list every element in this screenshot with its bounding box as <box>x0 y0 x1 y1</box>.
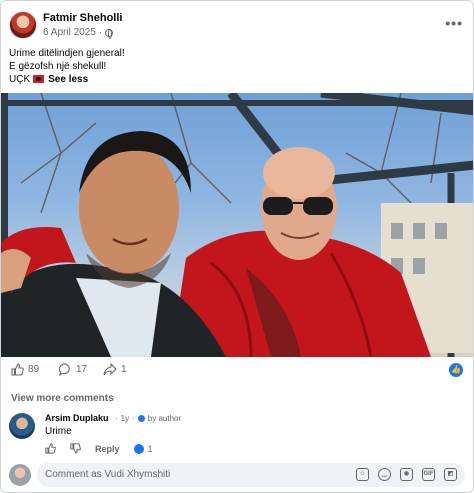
camera-icon[interactable]: ◉ <box>400 468 413 481</box>
post-header: Fatmir Sheholli 6 April 2025 · ••• <box>9 11 467 43</box>
author-badge-label: by author <box>147 414 182 423</box>
meta-separator: · <box>98 27 103 38</box>
author-avatar[interactable] <box>9 11 37 39</box>
my-avatar[interactable] <box>9 464 31 486</box>
gif-icon[interactable]: GIF <box>422 468 435 481</box>
avatar-sticker-icon[interactable]: ☺ <box>356 468 369 481</box>
comment-sep-2: · <box>132 414 135 423</box>
post-text-line-2: E gëzofsh një shekull! <box>9 61 107 72</box>
post-text-line-1: Urime ditëlindjen gjeneral! <box>9 48 125 59</box>
comment-text: Urime <box>45 426 72 437</box>
post-text-line-3: UÇK See less <box>9 73 125 86</box>
photo-illustration <box>1 93 473 357</box>
comment-sep: · <box>115 414 118 423</box>
sticker-icon[interactable]: ◩ <box>444 468 457 481</box>
comment-composer: Comment as Vudi Xhymshiti ☺ ‿ ◉ GIF ◩ <box>9 463 467 487</box>
author-badge-icon <box>137 415 145 422</box>
post-stats: 89 17 1 👍 <box>11 363 465 379</box>
post-photo[interactable] <box>1 93 473 357</box>
commenter-name[interactable]: Arsim Duplaku <box>45 413 109 423</box>
post-date[interactable]: 6 April 2025 <box>43 27 96 38</box>
comment-dislike-icon[interactable] <box>70 443 81 454</box>
composer-tools: ☺ ‿ ◉ GIF ◩ <box>356 468 457 481</box>
post-text-uck: UÇK <box>9 74 31 85</box>
view-more-comments-link[interactable]: View more comments <box>11 393 114 404</box>
comment-meta: · 1y · by author <box>115 414 181 423</box>
like-stat[interactable]: 89 <box>11 363 39 376</box>
like-icon <box>11 363 24 376</box>
more-horizontal-icon[interactable]: ••• <box>445 15 463 31</box>
see-less-link[interactable]: See less <box>48 74 88 85</box>
reaction-like-icon[interactable]: 👍 <box>449 363 463 377</box>
comment-time[interactable]: 1y <box>121 414 129 423</box>
emoji-icon[interactable]: ‿ <box>378 468 391 481</box>
comment-input-placeholder: Comment as Vudi Xhymshiti <box>45 469 171 480</box>
comment-actions: Reply 1 <box>45 443 153 454</box>
comment-like-icon[interactable] <box>45 443 56 454</box>
globe-icon[interactable] <box>105 28 114 39</box>
comment-input[interactable]: Comment as Vudi Xhymshiti ☺ ‿ ◉ GIF ◩ <box>37 463 465 487</box>
comment-stat[interactable]: 17 <box>59 363 87 376</box>
share-stat[interactable]: 1 <box>103 363 127 376</box>
post-meta: 6 April 2025 · <box>43 27 114 39</box>
reply-button[interactable]: Reply <box>95 444 120 454</box>
comment-item: Arsim Duplaku · 1y · by author Urime Rep… <box>9 411 467 461</box>
share-count: 1 <box>121 364 127 375</box>
albania-flag-icon <box>33 75 45 83</box>
post-text: Urime ditëlindjen gjeneral! E gëzofsh nj… <box>9 47 125 86</box>
comment-count: 17 <box>76 364 88 375</box>
mini-like-icon <box>133 443 144 454</box>
post-card: Fatmir Sheholli 6 April 2025 · ••• Urime… <box>0 0 474 493</box>
share-icon <box>103 363 117 376</box>
commenter-avatar[interactable] <box>9 413 35 439</box>
like-count: 89 <box>28 364 40 375</box>
comment-like-count: 1 <box>147 443 153 454</box>
comment-icon <box>59 363 70 376</box>
comment-reactions[interactable]: 1 <box>133 443 153 454</box>
author-name[interactable]: Fatmir Sheholli <box>43 12 122 24</box>
